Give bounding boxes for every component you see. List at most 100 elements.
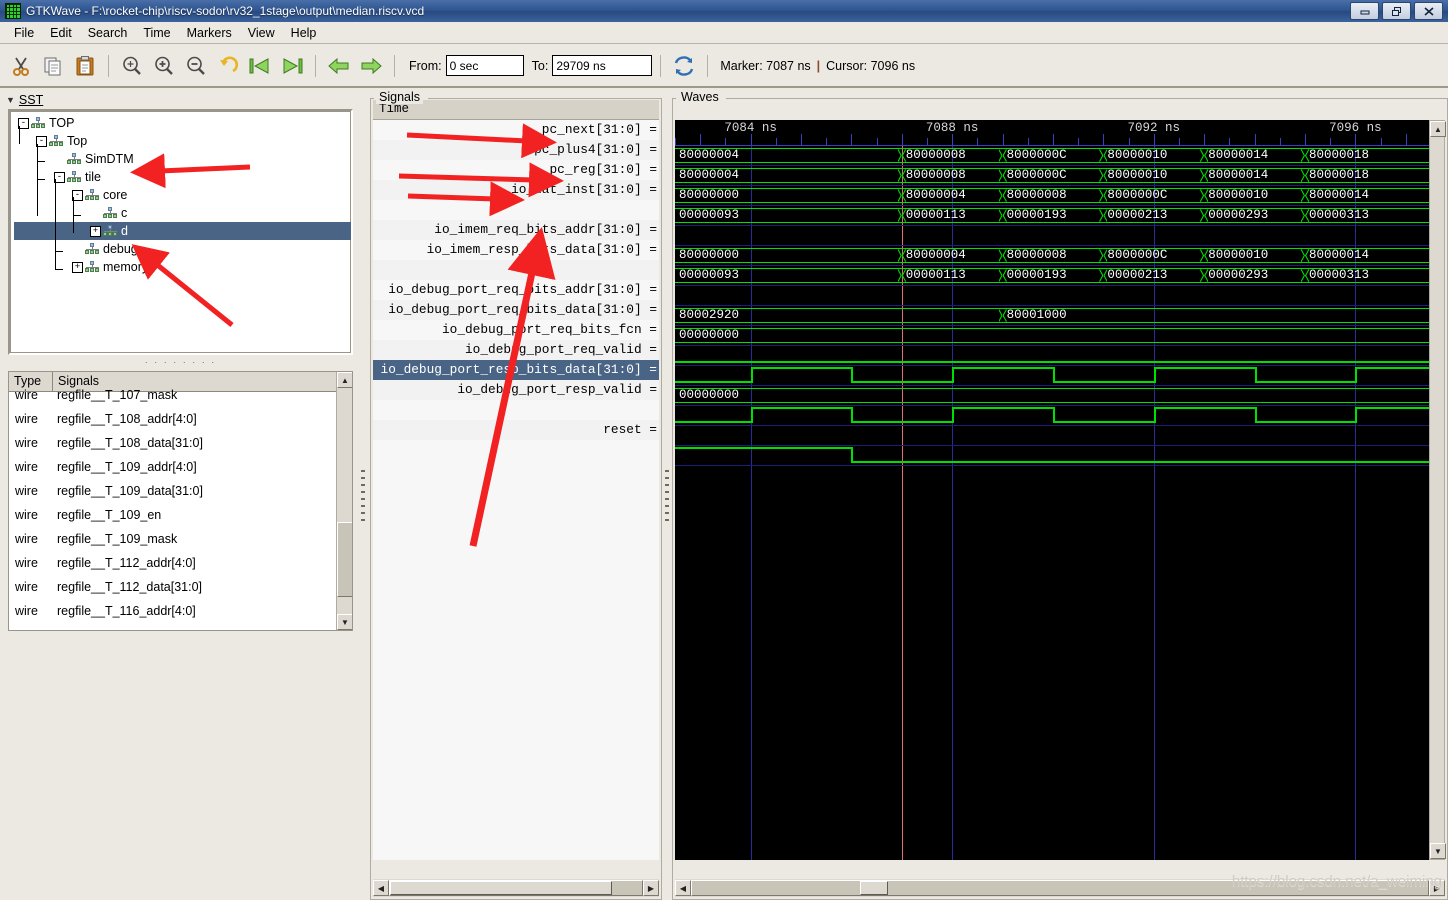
to-input[interactable]: [552, 55, 653, 76]
tree-node-c[interactable]: c: [14, 204, 351, 222]
waves-vscrollbar[interactable]: ▲ ▼: [1429, 120, 1446, 860]
minimize-icon[interactable]: [1350, 2, 1379, 20]
signal-row-12[interactable]: io_debug_port_resp_bits_data[31:0] =: [373, 360, 659, 380]
wave-row[interactable]: 80000004 80000008 8000000C 80000010 80000014…: [675, 166, 1429, 186]
signal-row-13[interactable]: io_debug_port_resp_valid =: [373, 380, 659, 400]
signal-list-item[interactable]: wire regfile__T_112_data[31:0]: [9, 575, 352, 599]
from-input[interactable]: [445, 55, 524, 76]
copy-icon[interactable]: [38, 51, 68, 81]
tree-node-top[interactable]: - TOP: [14, 114, 351, 132]
pane-resize-handle[interactable]: · · · · · · · ·: [8, 358, 353, 367]
tree-node-simdtm[interactable]: SimDTM: [14, 150, 351, 168]
waves-scroll-thumb[interactable]: [860, 881, 888, 895]
left-pane-divider[interactable]: [358, 90, 368, 900]
signal-row-2[interactable]: pc_reg[31:0] =: [373, 160, 659, 180]
signal-row-6[interactable]: io_imem_resp_bits_data[31:0] =: [373, 240, 659, 260]
zoom-in-icon[interactable]: [149, 51, 179, 81]
wave-row[interactable]: [675, 406, 1429, 426]
signal-row-9[interactable]: io_debug_port_req_bits_data[31:0] =: [373, 300, 659, 320]
scroll-down-icon[interactable]: ▼: [337, 614, 352, 630]
wave-row[interactable]: 00000000: [675, 326, 1429, 346]
signals-scroll-track[interactable]: [389, 880, 643, 896]
tree-node-d[interactable]: + d: [14, 222, 351, 240]
close-icon[interactable]: [1414, 2, 1443, 20]
signal-row-1[interactable]: pc_plus4[31:0] =: [373, 140, 659, 160]
signal-list-item[interactable]: wire regfile__T_108_addr[4:0]: [9, 407, 352, 431]
wave-scroll-down-icon[interactable]: ▼: [1430, 843, 1446, 859]
menu-item-help[interactable]: Help: [283, 24, 325, 42]
jump-end-icon[interactable]: [277, 51, 307, 81]
signal-name-rows[interactable]: pc_next[31:0] = pc_plus4[31:0] = pc_reg[31…: [373, 120, 659, 860]
reload-icon[interactable]: [669, 51, 699, 81]
tree-node-tile[interactable]: - tile: [14, 168, 351, 186]
cut-icon[interactable]: [6, 51, 36, 81]
signal-row-0[interactable]: pc_next[31:0] =: [373, 120, 659, 140]
wave-row[interactable]: 80000000 80000004 80000008 8000000C 80000010…: [675, 186, 1429, 206]
menu-item-edit[interactable]: Edit: [42, 24, 80, 42]
prev-edge-icon[interactable]: [324, 51, 354, 81]
wave-row[interactable]: [675, 426, 1429, 446]
wave-row[interactable]: [675, 286, 1429, 306]
menu-item-search[interactable]: Search: [80, 24, 136, 42]
wave-scroll-left-icon[interactable]: ◀: [675, 880, 691, 896]
signal-row-5[interactable]: io_imem_req_bits_addr[31:0] =: [373, 220, 659, 240]
signal-list-item[interactable]: wire regfile__T_116_addr[4:0]: [9, 599, 352, 621]
paste-icon[interactable]: [70, 51, 100, 81]
wave-row[interactable]: [675, 366, 1429, 386]
next-edge-icon[interactable]: [356, 51, 386, 81]
signals-scroll-thumb[interactable]: [390, 881, 612, 895]
waves-scroll-track[interactable]: [691, 880, 1429, 896]
signals-hscrollbar[interactable]: ◀ ▶: [373, 879, 659, 897]
wave-row[interactable]: [675, 226, 1429, 246]
wave-row[interactable]: 00000093 00000113 00000193 00000213 00000293…: [675, 266, 1429, 286]
waves-hscrollbar[interactable]: ◀ ▶: [675, 879, 1445, 897]
time-ruler[interactable]: 7084 ns 7088 ns 7092 ns 7096 ns: [675, 120, 1429, 146]
tree-node-core[interactable]: - core: [14, 186, 351, 204]
tree-node-memory[interactable]: + memory: [14, 258, 351, 276]
wave-scroll-up-icon[interactable]: ▲: [1430, 121, 1446, 137]
signal-row-15[interactable]: reset =: [373, 420, 659, 440]
menu-item-markers[interactable]: Markers: [179, 24, 240, 42]
wave-row[interactable]: 80000000 80000004 80000008 8000000C 80000010…: [675, 246, 1429, 266]
signal-row-3[interactable]: io_dat_inst[31:0] =: [373, 180, 659, 200]
wave-row[interactable]: [675, 346, 1429, 366]
tree-node-top[interactable]: - Top: [14, 132, 351, 150]
signal-row-10[interactable]: io_debug_port_req_bits_fcn =: [373, 320, 659, 340]
wave-row[interactable]: 80000004 80000008 8000000C 80000010 80000014…: [675, 146, 1429, 166]
tree-expander-d[interactable]: +: [90, 225, 101, 237]
waveform-canvas[interactable]: 7084 ns 7088 ns 7092 ns 7096 ns 80000004 800…: [675, 120, 1429, 860]
zoom-undo-icon[interactable]: [213, 51, 243, 81]
wave-row[interactable]: 80002920 80001000: [675, 306, 1429, 326]
jump-start-icon[interactable]: [245, 51, 275, 81]
tree-node-debug[interactable]: debug: [14, 240, 351, 258]
wave-row[interactable]: 00000000: [675, 386, 1429, 406]
signal-list-item[interactable]: wire regfile__T_109_addr[4:0]: [9, 455, 352, 479]
menu-item-view[interactable]: View: [240, 24, 283, 42]
signal-row-8[interactable]: io_debug_port_req_bits_addr[31:0] =: [373, 280, 659, 300]
signal-list-scrollbar[interactable]: ▲ ▼: [336, 372, 352, 630]
wave-scroll-right-icon[interactable]: ▶: [1429, 880, 1445, 896]
signal-list-item[interactable]: wire regfile__T_108_data[31:0]: [9, 431, 352, 455]
signal-list-rows[interactable]: wire regfile__T_107_mask wire regfile__T_10…: [9, 383, 352, 621]
scroll-thumb[interactable]: [337, 522, 352, 597]
signal-list-item[interactable]: wire regfile__T_109_mask: [9, 527, 352, 551]
wave-row[interactable]: [675, 446, 1429, 466]
tree-expander-memory[interactable]: +: [72, 261, 83, 273]
menu-item-time[interactable]: Time: [135, 24, 178, 42]
wave-row[interactable]: 00000093 00000113 00000193 00000213 00000293…: [675, 206, 1429, 226]
scroll-left-icon[interactable]: ◀: [373, 880, 389, 896]
right-pane-divider[interactable]: [662, 90, 672, 900]
signal-row-11[interactable]: io_debug_port_req_valid =: [373, 340, 659, 360]
signal-list-item[interactable]: wire regfile__T_109_data[31:0]: [9, 479, 352, 503]
signal-list-item[interactable]: wire regfile__T_112_addr[4:0]: [9, 551, 352, 575]
zoom-fit-icon[interactable]: [117, 51, 147, 81]
zoom-out-icon[interactable]: [181, 51, 211, 81]
scroll-up-icon[interactable]: ▲: [337, 372, 352, 388]
sst-header[interactable]: ▼ SST: [6, 93, 43, 107]
menu-item-file[interactable]: File: [6, 24, 42, 42]
restore-icon[interactable]: [1382, 2, 1411, 20]
sst-tree[interactable]: - TOP - Top SimDTM - tile - core c + d debug + memory: [8, 109, 353, 355]
signal-list-item[interactable]: wire regfile__T_109_en: [9, 503, 352, 527]
scroll-right-icon[interactable]: ▶: [643, 880, 659, 896]
signal-list-item[interactable]: wire regfile__T_107_mask: [9, 383, 352, 407]
